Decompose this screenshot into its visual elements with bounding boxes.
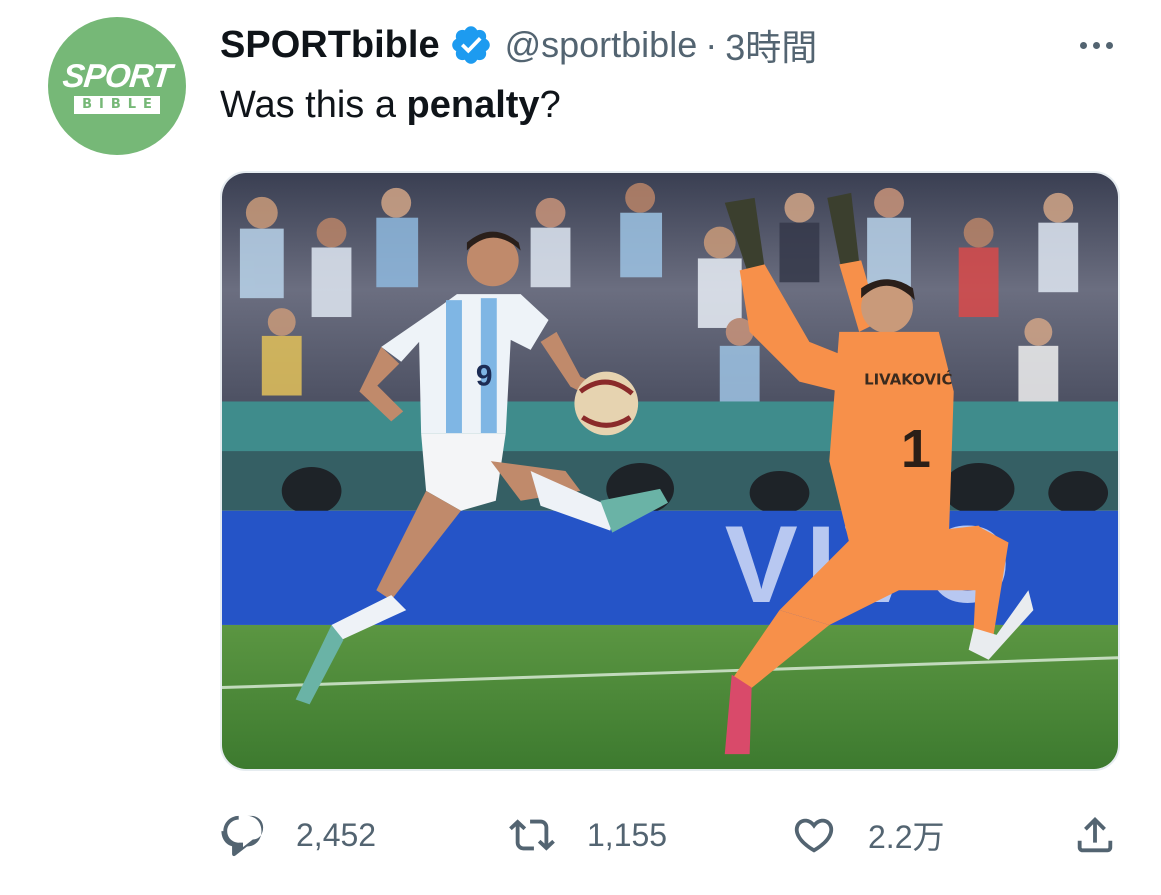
photo-scene: VIVO 9 <box>222 173 1118 769</box>
share-button[interactable] <box>1072 812 1118 858</box>
keeper-name: LIVAKOVIĆ <box>864 371 952 389</box>
separator: · <box>705 24 718 65</box>
like-icon <box>794 818 834 853</box>
reply-icon <box>221 815 264 857</box>
reply-button[interactable]: 2,452 <box>220 812 376 858</box>
tweet-header: SPORTbible @sportbible · 3時間 <box>220 19 817 71</box>
like-button[interactable]: 2.2万 <box>790 812 945 858</box>
tweet-text-after: ? <box>539 84 561 126</box>
retweet-button[interactable]: 1,155 <box>507 812 667 858</box>
more-icon[interactable] <box>1070 30 1122 60</box>
share-icon <box>1077 816 1113 853</box>
tweet-text-bold: penalty <box>406 84 540 126</box>
verified-badge-icon <box>451 26 490 64</box>
like-count: 2.2万 <box>868 819 945 855</box>
avatar-logo-top: SPORT <box>61 56 173 94</box>
tweet-photo[interactable]: VIVO 9 <box>220 171 1120 771</box>
retweet-icon <box>509 819 555 851</box>
tweet-text: Was this a penalty? <box>220 84 561 127</box>
display-name[interactable]: SPORTbible <box>220 24 440 67</box>
striker-number: 9 <box>476 360 493 393</box>
reply-count: 2,452 <box>296 816 377 853</box>
handle[interactable]: @sportbible <box>505 24 698 66</box>
timestamp[interactable]: 3時間 <box>725 19 817 71</box>
avatar-logo-bottom: BIBLE <box>74 95 160 114</box>
tweet-text-before: Was this a <box>220 84 407 126</box>
retweet-count: 1,155 <box>587 816 668 853</box>
avatar[interactable]: SPORT BIBLE <box>48 17 186 155</box>
keeper-number: 1 <box>901 419 931 479</box>
